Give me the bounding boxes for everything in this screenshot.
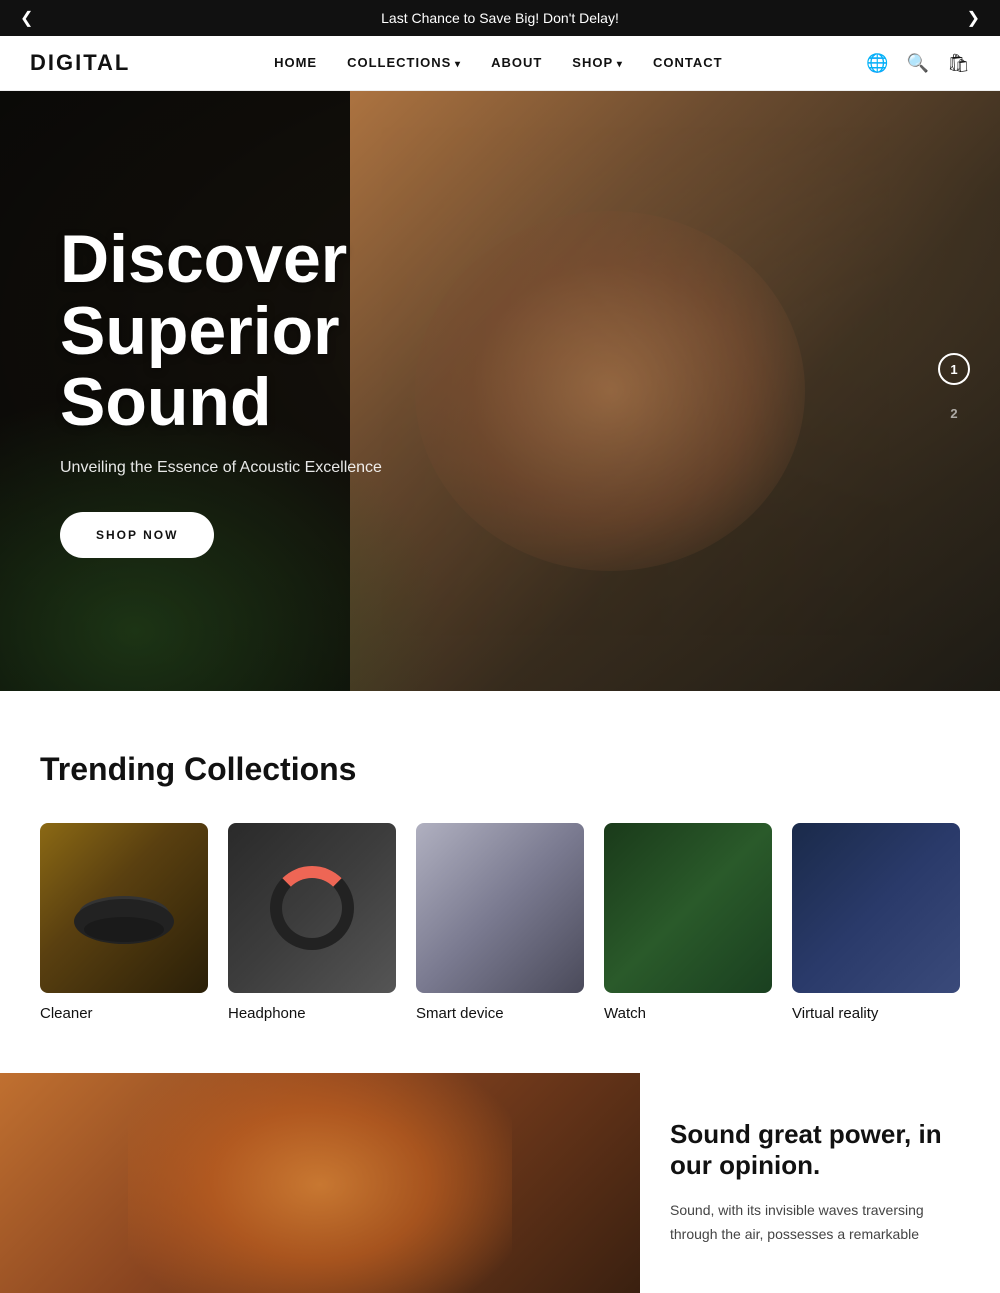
collection-label-smart: Smart device bbox=[416, 1005, 504, 1022]
globe-icon[interactable]: 🌐 bbox=[866, 53, 888, 74]
cleaner-image bbox=[40, 823, 208, 993]
collection-img-cleaner bbox=[40, 823, 208, 993]
collection-item-vr[interactable]: Virtual reality bbox=[792, 823, 960, 1023]
hero-content: Discover Superior Sound Unveiling the Es… bbox=[0, 224, 600, 557]
pagination-dot-1[interactable]: 1 bbox=[938, 353, 970, 385]
smart-image bbox=[416, 823, 584, 993]
hero-title-line2: Superior Sound bbox=[60, 293, 340, 440]
hero-section: Discover Superior Sound Unveiling the Es… bbox=[0, 91, 1000, 691]
logo[interactable]: DIGITAL bbox=[30, 50, 130, 76]
nav-link-collections[interactable]: COLLECTIONS bbox=[347, 55, 461, 70]
nav-links: HOME COLLECTIONS ABOUT SHOP CONTACT bbox=[274, 54, 722, 72]
hero-background: Discover Superior Sound Unveiling the Es… bbox=[0, 91, 1000, 691]
pagination-dot-2[interactable]: 2 bbox=[938, 397, 970, 429]
cart-icon[interactable]: 🛍 bbox=[947, 53, 970, 74]
collection-label-cleaner: Cleaner bbox=[40, 1005, 93, 1022]
collection-img-smart bbox=[416, 823, 584, 993]
sound-section: Sound great power, in our opinion. Sound… bbox=[0, 1073, 1000, 1293]
nav-link-contact[interactable]: CONTACT bbox=[653, 55, 723, 70]
collection-img-headphone bbox=[228, 823, 396, 993]
search-icon[interactable]: 🔍 bbox=[907, 53, 929, 74]
sound-title: Sound great power, in our opinion. bbox=[670, 1119, 970, 1181]
sound-section-text: Sound great power, in our opinion. Sound… bbox=[640, 1073, 1000, 1293]
nav-item-home[interactable]: HOME bbox=[274, 54, 317, 72]
collection-item-headphone[interactable]: Headphone bbox=[228, 823, 396, 1023]
nav-link-home[interactable]: HOME bbox=[274, 55, 317, 70]
announcement-prev-button[interactable]: ❮ bbox=[10, 3, 43, 33]
hero-pagination: 1 2 bbox=[938, 353, 970, 429]
watch-image bbox=[604, 823, 772, 993]
collection-img-watch bbox=[604, 823, 772, 993]
nav-link-about[interactable]: ABOUT bbox=[491, 55, 542, 70]
nav-item-contact[interactable]: CONTACT bbox=[653, 54, 723, 72]
collection-label-headphone: Headphone bbox=[228, 1005, 306, 1022]
collection-label-watch: Watch bbox=[604, 1005, 646, 1022]
header-icons: 🌐 🔍 🛍 bbox=[866, 53, 970, 74]
collections-grid: Cleaner Headphone Smart device Watch Vir bbox=[40, 823, 960, 1023]
hero-subtitle: Unveiling the Essence of Acoustic Excell… bbox=[60, 459, 540, 477]
collection-label-vr: Virtual reality bbox=[792, 1005, 878, 1022]
sound-section-image bbox=[0, 1073, 640, 1293]
hero-title-line1: Discover bbox=[60, 221, 347, 297]
collection-item-smart[interactable]: Smart device bbox=[416, 823, 584, 1023]
shop-now-button[interactable]: SHOP NOW bbox=[60, 512, 214, 558]
collection-item-cleaner[interactable]: Cleaner bbox=[40, 823, 208, 1023]
nav-link-shop[interactable]: SHOP bbox=[572, 55, 623, 70]
vr-image bbox=[792, 823, 960, 993]
headphone-image bbox=[228, 823, 396, 993]
sound-description: Sound, with its invisible waves traversi… bbox=[670, 1199, 970, 1247]
announcement-bar: ❮ Last Chance to Save Big! Don't Delay! … bbox=[0, 0, 1000, 36]
trending-section: Trending Collections Cleaner Headphone S… bbox=[0, 691, 1000, 1073]
announcement-text: Last Chance to Save Big! Don't Delay! bbox=[381, 10, 619, 26]
header: DIGITAL HOME COLLECTIONS ABOUT SHOP CONT… bbox=[0, 36, 1000, 91]
nav-item-shop[interactable]: SHOP bbox=[572, 54, 623, 72]
announcement-next-button[interactable]: ❯ bbox=[957, 3, 990, 33]
nav-item-about[interactable]: ABOUT bbox=[491, 54, 542, 72]
trending-title: Trending Collections bbox=[40, 751, 960, 788]
collection-img-vr bbox=[792, 823, 960, 993]
main-nav: HOME COLLECTIONS ABOUT SHOP CONTACT bbox=[274, 54, 722, 72]
collection-item-watch[interactable]: Watch bbox=[604, 823, 772, 1023]
hero-title: Discover Superior Sound bbox=[60, 224, 540, 438]
nav-item-collections[interactable]: COLLECTIONS bbox=[347, 54, 461, 72]
